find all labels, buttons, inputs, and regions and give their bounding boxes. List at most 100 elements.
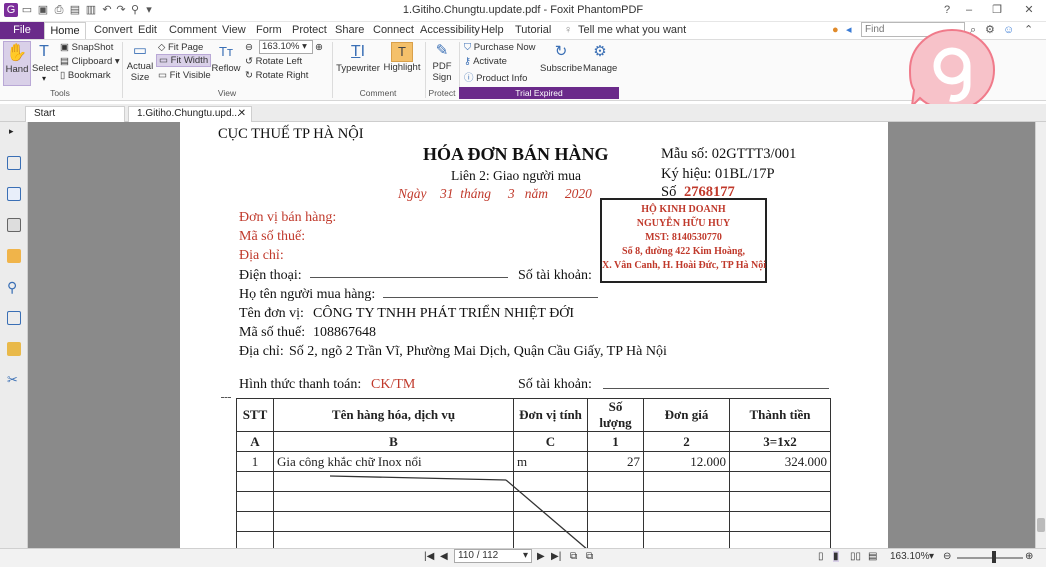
- seller-unit-label: Đơn vị bán hàng:: [239, 210, 337, 225]
- camera-icon: ▣: [60, 42, 72, 53]
- page-view-2-icon[interactable]: ⧉: [586, 551, 593, 562]
- redo-icon[interactable]: ↷: [114, 3, 128, 17]
- fit-width-button[interactable]: ▭ Fit Width: [156, 54, 212, 67]
- pdf-icon[interactable]: ▥: [84, 3, 98, 17]
- tab-document[interactable]: 1.Gitiho.Chungtu.upd... ✕: [128, 106, 252, 122]
- phone-label: Điện thoại:: [239, 268, 302, 283]
- vertical-scrollbar[interactable]: [1035, 122, 1046, 548]
- fit-visible-button[interactable]: ▭ Fit Visible: [158, 70, 211, 81]
- seller-tax-label: Mã số thuế:: [239, 229, 306, 244]
- scrollbar-thumb[interactable]: [1037, 518, 1045, 532]
- signatures-panel-icon[interactable]: [7, 311, 21, 325]
- tab-home[interactable]: Home: [44, 22, 86, 39]
- tell-me-search[interactable]: Tell me what you want: [578, 22, 686, 39]
- zoom-dropdown-icon[interactable]: ▾: [929, 551, 934, 562]
- restore-icon[interactable]: ❐: [990, 3, 1004, 17]
- tab-comment[interactable]: Comment: [169, 22, 217, 39]
- table-cell: 1: [236, 451, 274, 472]
- tab-convert[interactable]: Convert: [94, 22, 133, 39]
- accessibility-panel-icon[interactable]: ✂: [7, 373, 21, 387]
- tab-view[interactable]: View: [222, 22, 246, 39]
- table-cell: 3=1x2: [729, 431, 831, 452]
- tab-share[interactable]: Share: [335, 22, 364, 39]
- undo-icon[interactable]: ↶: [100, 3, 114, 17]
- minimize-icon[interactable]: –: [962, 3, 976, 17]
- zoom-in-icon[interactable]: ⊕: [315, 42, 323, 53]
- attachments-panel-icon[interactable]: ⚲: [7, 280, 21, 294]
- activate-button[interactable]: ⚷ Activate: [464, 56, 507, 67]
- single-page-icon[interactable]: ▯: [818, 551, 824, 562]
- open-icon[interactable]: ▭: [20, 3, 34, 17]
- zoom-out-icon[interactable]: ⊖: [245, 42, 253, 53]
- save-icon[interactable]: ▣: [36, 3, 50, 17]
- purchase-now-button[interactable]: ⛉ Purchase Now: [464, 42, 536, 53]
- table-header: STT: [236, 398, 274, 432]
- snapshot-button[interactable]: ▣ SnapShot: [60, 42, 113, 53]
- select-dropdown-icon: ▾: [41, 74, 46, 83]
- actual-size-button[interactable]: ▭ Actual Size: [124, 41, 156, 86]
- previous-page-icon[interactable]: ◀: [440, 551, 448, 562]
- last-page-icon[interactable]: ▶|: [551, 551, 561, 562]
- page-view-icon[interactable]: ⧉: [570, 551, 577, 562]
- table-header: Tên hàng hóa, dịch vụ: [273, 398, 514, 432]
- tab-start[interactable]: Start: [25, 106, 125, 122]
- page-number-field[interactable]: 110 / 112 ▾: [454, 549, 532, 563]
- key-icon: ⚷: [464, 56, 474, 67]
- tab-document-label: 1.Gitiho.Chungtu.upd...: [137, 108, 240, 119]
- typewriter-button[interactable]: T̲I Typewriter: [336, 41, 380, 86]
- bookmarks-panel-icon[interactable]: [7, 156, 21, 170]
- zoom-slider[interactable]: [957, 557, 1023, 559]
- invoice-date: Ngày 31 tháng 3 năm 2020: [398, 186, 592, 201]
- comments-panel-icon[interactable]: [7, 249, 21, 263]
- tab-help[interactable]: Help: [481, 22, 504, 39]
- zoom-out-status-icon[interactable]: ⊖: [943, 551, 951, 562]
- tab-accessibility[interactable]: Accessibility: [420, 22, 480, 39]
- close-tab-icon[interactable]: ✕: [238, 107, 246, 121]
- close-icon[interactable]: ✕: [1022, 3, 1036, 17]
- pdf-sign-button[interactable]: ✎ PDF Sign: [428, 41, 456, 86]
- zoom-in-status-icon[interactable]: ⊕: [1025, 551, 1033, 562]
- tab-protect[interactable]: Protect: [292, 22, 327, 39]
- pages-panel-icon[interactable]: [7, 187, 21, 201]
- tab-form[interactable]: Form: [256, 22, 282, 39]
- zoom-slider-thumb[interactable]: [992, 551, 996, 563]
- product-info-button[interactable]: ⓘ Product Info: [464, 70, 527, 84]
- customize-icon[interactable]: ▾: [142, 3, 156, 17]
- bookmark-button[interactable]: ▯ Bookmark: [60, 70, 111, 81]
- first-page-icon[interactable]: |◀: [424, 551, 434, 562]
- hand-label: Hand: [5, 64, 29, 75]
- stamp-tool-icon[interactable]: ⚲: [128, 3, 142, 17]
- facing-page-icon[interactable]: ▯▯: [850, 551, 861, 562]
- rotate-left-button[interactable]: ↺ Rotate Left: [245, 56, 302, 67]
- tab-edit[interactable]: Edit: [138, 22, 157, 39]
- new-icon[interactable]: ▤: [68, 3, 82, 17]
- highlight-button[interactable]: T Highlight: [383, 41, 421, 86]
- subscribe-button[interactable]: ↻ Subscribe: [540, 41, 582, 86]
- continuous-page-icon[interactable]: ▮: [833, 551, 839, 562]
- tab-tutorial[interactable]: Tutorial: [515, 22, 551, 39]
- next-page-icon[interactable]: ▶: [537, 551, 545, 562]
- share-icon[interactable]: ◂: [846, 22, 852, 39]
- select-tool-button[interactable]: T Select ▾: [32, 41, 58, 86]
- actual-size-icon: ▭: [132, 42, 148, 59]
- hand-tool-button[interactable]: ✋ Hand: [3, 41, 31, 86]
- help-icon[interactable]: ?: [940, 3, 954, 17]
- security-panel-icon[interactable]: [7, 342, 21, 356]
- collapse-ribbon-icon[interactable]: ⌃: [1024, 22, 1033, 39]
- panel-collapse-icon[interactable]: ▸: [9, 126, 14, 137]
- reflow-button[interactable]: Tт Reflow: [211, 41, 241, 86]
- user-icon[interactable]: ☺: [1003, 22, 1014, 39]
- continuous-facing-icon[interactable]: ▤: [868, 551, 877, 562]
- layers-panel-icon[interactable]: [7, 218, 21, 232]
- zoom-select[interactable]: 163.10% ▾: [259, 40, 313, 54]
- actual-size-label-1: Actual: [126, 61, 154, 72]
- tab-connect[interactable]: Connect: [373, 22, 414, 39]
- manage-button[interactable]: ⚙ Manage: [583, 41, 617, 86]
- print-icon[interactable]: ⎙: [52, 3, 66, 17]
- file-menu[interactable]: File: [0, 22, 44, 39]
- fit-page-button[interactable]: ◇ Fit Page: [158, 42, 203, 53]
- rotate-right-button[interactable]: ↻ Rotate Right: [245, 70, 308, 81]
- notification-icon[interactable]: ●: [832, 22, 839, 39]
- clipboard-button[interactable]: ▤ Clipboard ▾: [60, 56, 120, 67]
- buyer-unit-label: Tên đơn vị:: [239, 306, 304, 321]
